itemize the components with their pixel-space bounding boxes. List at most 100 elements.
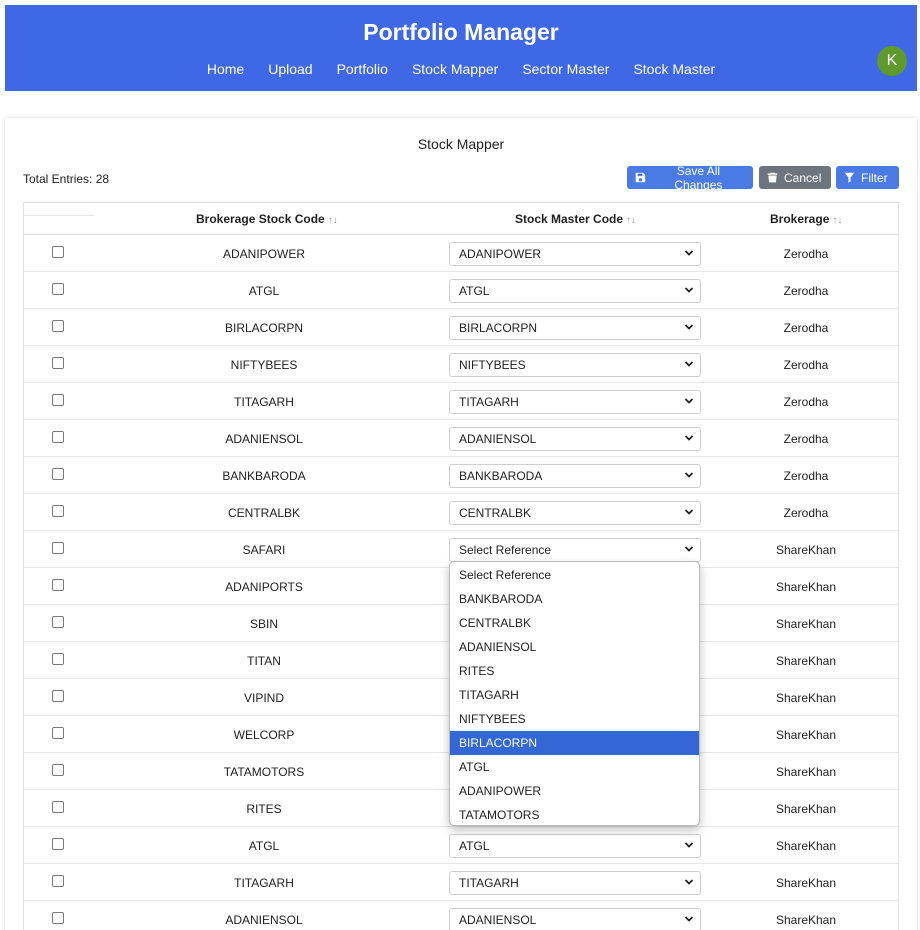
table-row: TITAGARH TITAGARH ShareKhan [24,864,898,901]
dropdown-option[interactable]: TITAGARH [450,683,699,707]
col-stock-master-code[interactable]: Stock Master Code ↑↓ [515,212,636,226]
stock-master-select[interactable]: ADANIPOWER [449,242,701,266]
stock-master-select[interactable]: TITAGARH [449,871,701,895]
row-checkbox[interactable] [52,838,64,850]
nav-upload[interactable]: Upload [268,61,312,77]
filter-button[interactable]: Filter [836,166,899,189]
stock-master-select-value: BANKBARODA [459,469,543,483]
sort-icon: ↑↓ [626,215,637,226]
chevron-down-icon [684,398,694,404]
row-checkbox[interactable] [52,283,64,295]
table-row: ADANIENSOL ADANIENSOL Zerodha [24,420,898,457]
nav-home[interactable]: Home [207,61,244,77]
chevron-down-icon [684,250,694,256]
table-row: CENTRALBK CENTRALBK Zerodha [24,494,898,531]
stock-master-select-value: ADANIENSOL [459,432,537,446]
row-checkbox[interactable] [52,246,64,258]
brokerage-stock-code: SBIN [249,617,278,631]
table-row: TITAGARH TITAGARH Zerodha [24,383,898,420]
brokerage-name: Zerodha [783,432,829,446]
stock-master-select-value: BIRLACORPN [459,321,538,335]
dropdown-option[interactable]: RITES [450,659,699,683]
row-checkbox[interactable] [52,801,64,813]
stock-master-select[interactable]: ATGL [449,279,701,303]
dropdown-option[interactable]: ATGL [450,755,699,779]
nav-stock-mapper[interactable]: Stock Mapper [412,61,498,77]
col-brokerage-stock-code[interactable]: Brokerage Stock Code ↑↓ [196,212,338,226]
brokerage-name: Zerodha [783,284,829,298]
app-header: Portfolio Manager Home Upload Portfolio … [5,5,917,91]
brokerage-name: ShareKhan [775,876,837,890]
row-checkbox[interactable] [52,690,64,702]
row-checkbox[interactable] [52,468,64,480]
row-checkbox[interactable] [52,431,64,443]
col-stock-master-code-label: Stock Master Code [515,212,624,226]
nav-stock-master[interactable]: Stock Master [633,61,715,77]
brokerage-name: ShareKhan [775,802,837,816]
row-checkbox[interactable] [52,505,64,517]
stock-master-select[interactable]: BANKBARODA [449,464,701,488]
dropdown-option[interactable]: CENTRALBK [450,611,699,635]
table-header: Brokerage Stock Code ↑↓ Stock Master Code… [24,203,898,235]
chevron-down-icon [684,324,694,330]
chevron-down-icon [684,509,694,515]
dropdown-option[interactable]: NIFTYBEES [450,707,699,731]
nav-portfolio[interactable]: Portfolio [337,61,388,77]
brokerage-name: Zerodha [783,395,829,409]
stock-master-select[interactable]: NIFTYBEES [449,353,701,377]
table-row: ATGL ATGL Zerodha [24,272,898,309]
row-checkbox[interactable] [52,320,64,332]
brokerage-name: Zerodha [783,247,829,261]
row-checkbox[interactable] [52,875,64,887]
row-checkbox[interactable] [52,653,64,665]
col-brokerage-stock-code-label: Brokerage Stock Code [196,212,325,226]
table-row: ADANIENSOL ADANIENSOL ShareKhan [24,901,898,930]
app-title: Portfolio Manager [363,19,559,45]
row-checkbox[interactable] [52,579,64,591]
stock-master-select-value: TITAGARH [459,876,519,890]
user-avatar[interactable]: K [877,46,907,76]
brokerage-stock-code: TITAGARH [234,876,294,890]
dropdown-option[interactable]: Select Reference [450,563,699,587]
filter-icon [844,172,855,183]
nav-sector-master[interactable]: Sector Master [522,61,609,77]
stock-master-select[interactable]: TITAGARH [449,390,701,414]
row-checkbox[interactable] [52,727,64,739]
table-row: BIRLACORPN BIRLACORPN Zerodha [24,309,898,346]
brokerage-name: Zerodha [783,506,829,520]
table-row: ATGL ATGL ShareKhan [24,827,898,864]
dropdown-option[interactable]: ADANIENSOL [450,635,699,659]
chevron-down-icon [684,879,694,885]
dropdown-option[interactable]: TATAMOTORS [450,803,699,827]
brokerage-stock-code: ADANIENSOL [225,432,303,446]
row-checkbox[interactable] [52,764,64,776]
dropdown-option[interactable]: ADANIPOWER [450,779,699,803]
table-row: BANKBARODA BANKBARODA Zerodha [24,457,898,494]
stock-master-select-value: TITAGARH [459,395,519,409]
stock-master-dropdown-list[interactable]: Select Reference BANKBARODA CENTRALBK ADANI… [449,561,700,826]
row-checkbox[interactable] [52,394,64,406]
row-checkbox[interactable] [52,616,64,628]
brokerage-name: ShareKhan [775,728,837,742]
brokerage-stock-code: ADANIPOWER [222,247,305,261]
brokerage-name: Zerodha [783,321,829,335]
brokerage-name: Zerodha [783,469,829,483]
stock-master-select-value: ADANIENSOL [459,913,537,927]
save-all-changes-button[interactable]: Save All Changes [627,164,753,192]
dropdown-option[interactable]: BANKBARODA [450,587,699,611]
dropdown-option[interactable]: BIRLACORPN [450,731,699,755]
stock-master-select[interactable]: ADANIENSOL [449,427,701,451]
stock-master-select[interactable]: ADANIENSOL [449,908,701,930]
brokerage-name: ShareKhan [775,913,837,927]
stock-master-select[interactable]: ATGL [449,834,701,858]
stock-master-select-value: ATGL [459,284,490,298]
stock-master-select[interactable]: Select Reference [449,538,701,562]
col-brokerage[interactable]: Brokerage ↑↓ [770,212,842,226]
stock-master-select[interactable]: CENTRALBK [449,501,701,525]
row-checkbox[interactable] [52,542,64,554]
main-nav: Home Upload Portfolio Stock Mapper Secto… [5,61,917,77]
row-checkbox[interactable] [52,912,64,924]
cancel-button[interactable]: Cancel [759,166,831,189]
stock-master-select[interactable]: BIRLACORPN [449,316,701,340]
row-checkbox[interactable] [52,357,64,369]
